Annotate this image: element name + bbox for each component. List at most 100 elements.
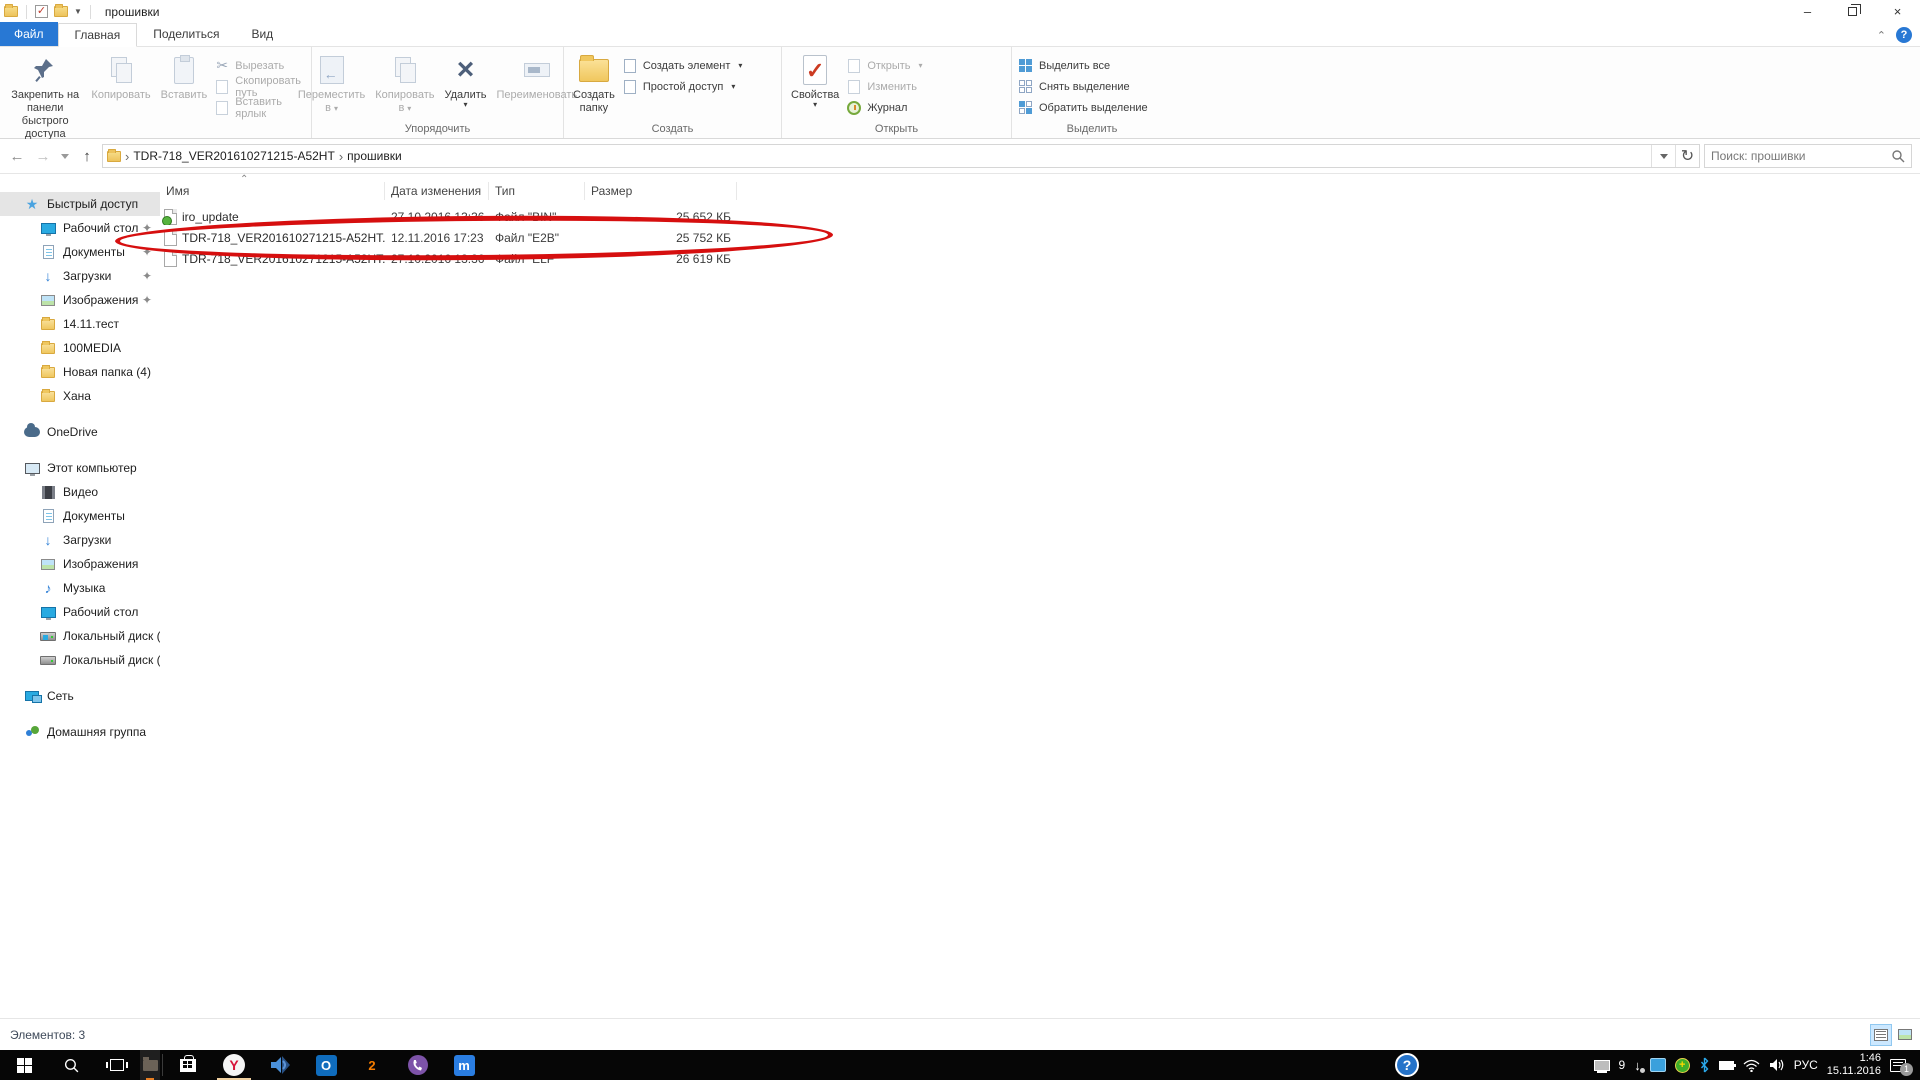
taskbar-file-explorer[interactable] [140,1050,160,1080]
copy-to-label2: в [398,102,411,115]
tab-file[interactable]: Файл [0,22,58,46]
tab-home[interactable]: Главная [58,23,138,47]
tab-share[interactable]: Поделиться [137,22,235,46]
sidebar-item-music[interactable]: ♪ Музыка [0,576,160,600]
sidebar-item-desktop[interactable]: Рабочий стол [0,600,160,624]
display-tray-icon[interactable] [1594,1060,1610,1071]
new-item-button[interactable]: Создать элемент [620,55,749,76]
details-view-button[interactable] [1870,1024,1892,1046]
antivirus-tray-icon[interactable]: + [1675,1058,1690,1073]
search-box[interactable]: Поиск: прошивки [1704,144,1912,168]
system-tray: 9 ↓ + РУС 1:46 15.11.2016 1 [1594,1050,1920,1080]
breadcrumb-current[interactable]: прошивки [347,149,402,163]
refresh-button[interactable]: ↻ [1675,145,1699,167]
sidebar-item-documents[interactable]: Документы [0,504,160,528]
sidebar-item-folder[interactable]: Новая папка (4) [0,360,160,384]
remote-app-tray-icon[interactable] [1650,1058,1666,1072]
column-size[interactable]: Размер [585,182,737,200]
new-folder-button[interactable]: Создать папку [568,49,620,117]
sidebar-item-folder[interactable]: 100MEDIA [0,336,160,360]
tray-number-badge[interactable]: 9 [1619,1058,1626,1072]
sidebar-item-onedrive[interactable]: OneDrive [0,420,160,444]
thumbnails-view-button[interactable] [1894,1024,1916,1046]
recent-locations-button[interactable] [58,145,72,167]
back-button[interactable]: ← [6,145,28,167]
sidebar-item-this-pc[interactable]: Этот компьютер [0,456,160,480]
sidebar-item-folder[interactable]: Хана [0,384,160,408]
collapse-ribbon-icon[interactable]: ⌃ [1877,29,1886,42]
move-to-button[interactable]: Переместить в [293,49,370,117]
bluetooth-icon[interactable] [1699,1057,1710,1073]
sidebar-item-pictures[interactable]: Изображения ✦ [0,288,160,312]
sidebar-item-local-disk-c[interactable]: Локальный диск (C [0,624,160,648]
battery-icon[interactable] [1719,1061,1734,1070]
taskbar-yandex-browser[interactable]: Y [211,1050,257,1080]
history-button[interactable]: Журнал [844,97,928,118]
search-icon[interactable] [1891,149,1905,163]
sidebar-item-homegroup[interactable]: Домашняя группа [0,720,160,744]
properties-button[interactable]: ✓ Свойства ▾ [786,49,844,110]
sidebar-item-videos[interactable]: Видео [0,480,160,504]
paste-icon [174,57,194,84]
pin-to-quick-access-button[interactable]: Закрепить на панели быстрого доступа [4,49,86,143]
easy-access-button[interactable]: Простой доступ [620,76,749,97]
taskbar-2gis[interactable]: 2 [349,1050,395,1080]
column-date-modified[interactable]: Дата изменения [385,182,489,200]
sidebar-item-downloads[interactable]: ↓ Загрузки ✦ [0,264,160,288]
taskbar-store[interactable] [165,1050,211,1080]
copy-to-button[interactable]: Копировать в [370,49,439,117]
taskbar-outlook[interactable]: O [303,1050,349,1080]
edit-button[interactable]: Изменить [844,76,928,97]
select-all-button[interactable]: Выделить все [1016,55,1154,76]
start-button[interactable] [0,1050,48,1080]
taskbar-viber[interactable] [395,1050,441,1080]
action-center-button[interactable]: 1 [1890,1059,1906,1072]
sidebar-item-quick-access[interactable]: ★ Быстрый доступ [0,192,160,216]
tab-view[interactable]: Вид [235,22,289,46]
download-manager-tray-icon[interactable]: ↓ [1634,1058,1641,1073]
customize-qat-caret-icon[interactable]: ▼ [74,7,82,16]
restore-button[interactable] [1830,0,1875,23]
file-row[interactable]: TDR-718_VER201610271215-A52HT.e2b 12.11.… [160,227,1920,248]
sidebar-item-downloads[interactable]: ↓ Загрузки [0,528,160,552]
column-name[interactable]: Имя ⌃ [160,182,385,200]
details-view-icon [1874,1029,1888,1041]
close-button[interactable]: × [1875,0,1920,23]
file-row[interactable]: TDR-718_VER201610271215-A52HT.elf 27.10.… [160,248,1920,269]
paste-button[interactable]: Вставить [156,49,213,104]
invert-selection-button[interactable]: Обратить выделение [1016,97,1154,118]
minimize-button[interactable]: – [1785,0,1830,23]
sidebar-item-local-disk-d[interactable]: Локальный диск (D [0,648,160,672]
delete-button[interactable]: × Удалить ▾ [440,49,492,110]
sidebar-item-folder[interactable]: 14.11.тест [0,312,160,336]
taskbar-search-button[interactable] [48,1050,94,1080]
properties-quick-icon[interactable]: ✓ [35,5,48,18]
copy-button[interactable]: Копировать [86,49,155,104]
breadcrumb-parent[interactable]: TDR-718_VER201610271215-A52HT [133,149,334,163]
sidebar-item-desktop[interactable]: Рабочий стол ✦ [0,216,160,240]
taskbar-audio-app[interactable] [257,1050,303,1080]
volume-icon[interactable] [1769,1058,1785,1072]
wifi-icon[interactable] [1743,1059,1760,1072]
forward-button[interactable]: → [32,145,54,167]
address-dropdown-button[interactable] [1651,145,1675,167]
clock[interactable]: 1:46 15.11.2016 [1827,1052,1881,1078]
breadcrumb-chevron-icon: › [339,149,343,164]
file-icon [164,251,177,267]
taskbar-help-app[interactable]: ? [1395,1053,1419,1077]
up-button[interactable]: ↑ [76,145,98,167]
column-type[interactable]: Тип [489,182,585,200]
language-indicator[interactable]: РУС [1794,1058,1818,1072]
documents-icon [40,508,56,524]
sidebar-item-network[interactable]: Сеть [0,684,160,708]
new-folder-quick-icon[interactable] [54,6,68,17]
breadcrumb-box[interactable]: › TDR-718_VER201610271215-A52HT › прошив… [102,144,1700,168]
taskbar-maxthon[interactable]: m [441,1050,487,1080]
task-view-button[interactable] [94,1050,140,1080]
file-row[interactable]: iro_update 27.10.2016 13:36 Файл "BIN" 2… [160,206,1920,227]
help-icon[interactable]: ? [1896,27,1912,43]
sidebar-item-documents[interactable]: Документы ✦ [0,240,160,264]
sidebar-item-pictures[interactable]: Изображения [0,552,160,576]
open-button[interactable]: Открыть [844,55,928,76]
select-none-button[interactable]: Снять выделение [1016,76,1154,97]
